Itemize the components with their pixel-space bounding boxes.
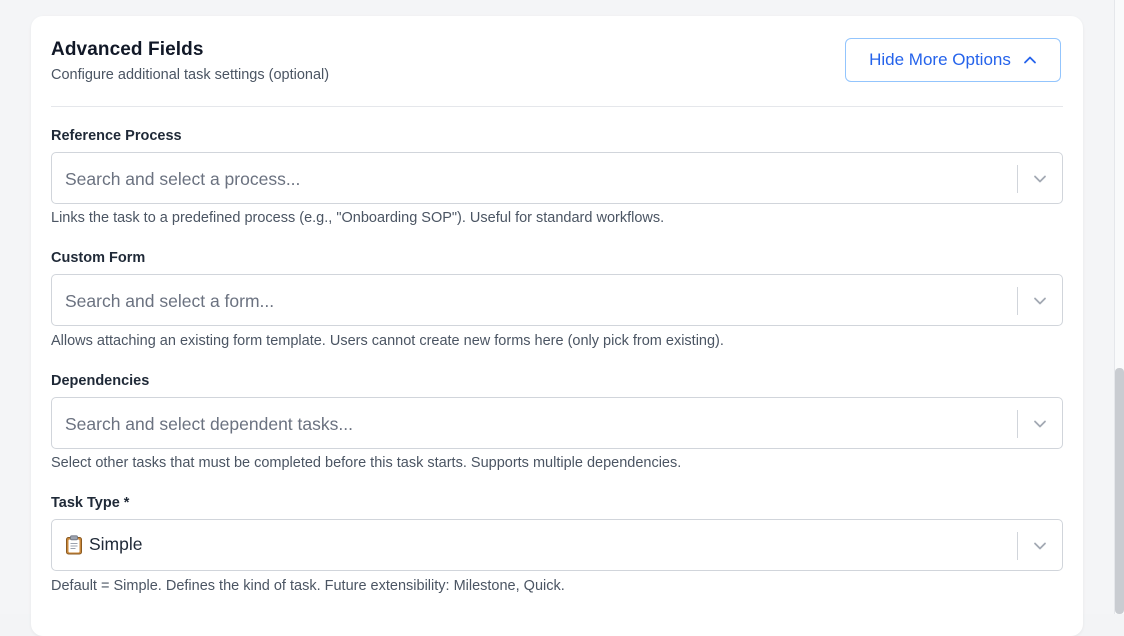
task-type-help: Default = Simple. Defines the kind of ta… — [51, 578, 565, 594]
select-separator — [1017, 410, 1018, 438]
reference-process-placeholder: Search and select a process... — [65, 169, 301, 189]
header-divider — [51, 106, 1063, 107]
chevron-down-icon[interactable] — [1032, 417, 1048, 431]
section-subtitle: Configure additional task settings (opti… — [51, 67, 330, 83]
toggle-button-label: Hide More Options — [869, 50, 1011, 69]
chevron-down-icon[interactable] — [1032, 539, 1048, 553]
custom-form-select[interactable]: Search and select a form... — [51, 274, 1063, 326]
custom-form-placeholder: Search and select a form... — [65, 291, 275, 311]
custom-form-label: Custom Form — [51, 250, 146, 266]
custom-form-help: Allows attaching an existing form templa… — [51, 333, 724, 349]
task-type-label: Task Type * — [51, 495, 130, 511]
hide-more-options-button[interactable]: Hide More Options — [845, 38, 1061, 82]
dependencies-help: Select other tasks that must be complete… — [51, 455, 682, 471]
dependencies-select[interactable]: Search and select dependent tasks... — [51, 397, 1063, 449]
select-separator — [1017, 165, 1018, 193]
advanced-fields-card: Advanced Fields Configure additional tas… — [31, 16, 1083, 636]
reference-process-select[interactable]: Search and select a process... — [51, 152, 1063, 204]
chevron-down-icon[interactable] — [1032, 294, 1048, 308]
scrollbar-thumb[interactable] — [1115, 368, 1124, 614]
chevron-down-icon[interactable] — [1032, 172, 1048, 186]
section-title: Advanced Fields — [51, 39, 204, 60]
reference-process-label: Reference Process — [51, 128, 182, 144]
task-type-value-text: Simple — [89, 534, 143, 554]
clipboard-icon — [66, 534, 82, 554]
select-separator — [1017, 287, 1018, 315]
dependencies-placeholder: Search and select dependent tasks... — [65, 414, 353, 434]
task-type-select[interactable]: Simple — [51, 519, 1063, 571]
reference-process-help: Links the task to a predefined process (… — [51, 210, 665, 226]
task-type-value: Simple — [65, 534, 143, 555]
dependencies-label: Dependencies — [51, 373, 150, 389]
chevron-up-icon — [1023, 56, 1036, 64]
select-separator — [1017, 532, 1018, 560]
